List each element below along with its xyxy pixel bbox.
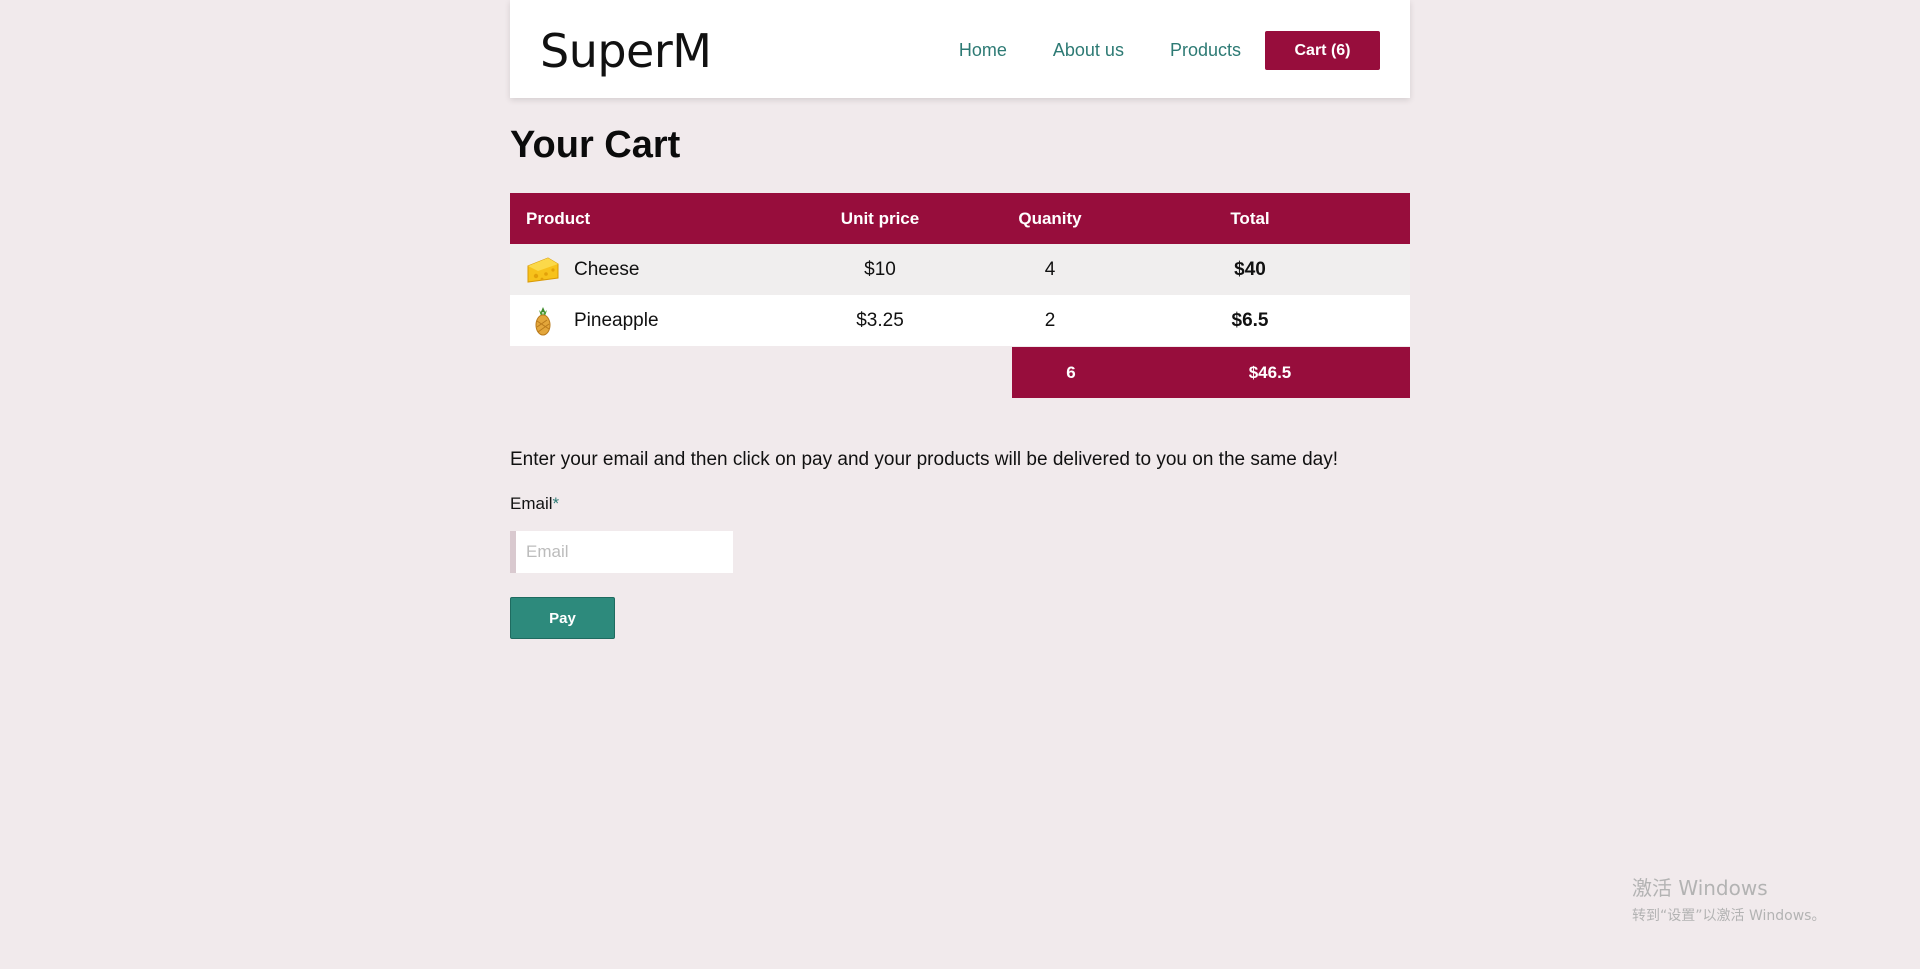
logo[interactable]: SuperM bbox=[540, 24, 712, 78]
header-total: Total bbox=[1230, 208, 1270, 228]
unit-price: $10 bbox=[864, 258, 896, 280]
pineapple-icon bbox=[526, 305, 560, 337]
cheese-icon bbox=[526, 254, 560, 286]
product-name: Pineapple bbox=[574, 309, 659, 331]
row-total: $40 bbox=[1234, 258, 1266, 280]
cart-table: Product Unit price Quanity Total Cheese … bbox=[510, 193, 1410, 398]
quantity: 4 bbox=[1044, 258, 1056, 280]
watermark-title: 激活 Windows bbox=[1632, 876, 1768, 900]
cart-button[interactable]: Cart (6) bbox=[1265, 31, 1380, 70]
grand-total: $46.5 bbox=[1248, 362, 1292, 382]
table-row: Cheese $10 4 $40 bbox=[510, 244, 1410, 295]
email-label-text: Email bbox=[510, 494, 553, 513]
header-product: Product bbox=[526, 208, 591, 228]
email-label: Email* bbox=[510, 494, 559, 514]
nav-products-link[interactable]: Products bbox=[1170, 40, 1241, 61]
total-quantity: 6 bbox=[1066, 362, 1076, 382]
page-title: Your Cart bbox=[510, 124, 681, 166]
row-total: $6.5 bbox=[1231, 309, 1269, 331]
quantity: 2 bbox=[1044, 309, 1056, 331]
product-cell: Cheese bbox=[510, 254, 800, 286]
navbar: SuperM Home About us Products Cart (6) bbox=[510, 0, 1410, 98]
header-quantity: Quanity bbox=[1018, 208, 1082, 228]
summary-row: 6 $46.5 bbox=[1012, 347, 1410, 398]
nav-about-link[interactable]: About us bbox=[1053, 40, 1124, 61]
product-name: Cheese bbox=[574, 258, 640, 280]
email-input[interactable] bbox=[510, 531, 733, 573]
unit-price: $3.25 bbox=[856, 309, 904, 331]
table-row: Pineapple $3.25 2 $6.5 bbox=[510, 295, 1410, 346]
windows-activation-watermark: 激活 Windows 转到“设置”以激活 Windows。 bbox=[1632, 872, 1825, 925]
required-mark: * bbox=[552, 494, 560, 513]
checkout-info: Enter your email and then click on pay a… bbox=[510, 449, 1339, 470]
header-unit-price: Unit price bbox=[840, 208, 920, 228]
watermark-subtitle: 转到“设置”以激活 Windows。 bbox=[1632, 908, 1826, 924]
product-cell: Pineapple bbox=[510, 305, 800, 337]
pay-button[interactable]: Pay bbox=[510, 597, 615, 639]
table-header-row: Product Unit price Quanity Total bbox=[510, 193, 1410, 244]
nav-home-link[interactable]: Home bbox=[959, 40, 1007, 61]
nav-links: Home About us Products Cart (6) bbox=[959, 31, 1380, 70]
